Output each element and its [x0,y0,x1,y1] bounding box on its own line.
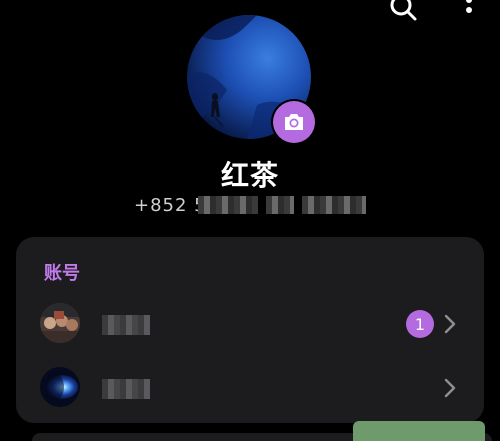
search-icon [390,0,417,21]
phone-redacted-segment [302,196,366,214]
change-photo-button[interactable] [273,101,315,143]
account-name-redacted [102,379,150,399]
phone-redacted-segment [266,196,294,214]
account-row[interactable]: 1 [16,297,484,353]
floating-action-button[interactable] [353,421,485,441]
profile-avatar-container [187,15,315,143]
chevron-right-icon [444,378,456,398]
account-avatar-image [40,303,80,343]
account-name-redacted [102,315,150,335]
phone-redacted-segment [198,196,258,214]
section-title-accounts: 账号 [44,263,80,284]
more-options-button[interactable] [452,0,486,20]
account-row[interactable] [16,361,484,417]
account-avatar [40,303,80,343]
phone-visible-prefix: +852 5 [134,196,207,215]
unread-badge: 1 [406,310,434,338]
camera-icon [285,114,303,130]
account-avatar-image [40,367,80,407]
search-button[interactable] [386,0,420,21]
more-vert-icon [466,0,472,13]
profile-name: 红茶 [220,159,279,192]
accounts-card: 账号 1 [16,237,484,423]
profile-phone: +852 5 [134,196,368,214]
chevron-right-icon [444,314,456,334]
account-avatar [40,367,80,407]
